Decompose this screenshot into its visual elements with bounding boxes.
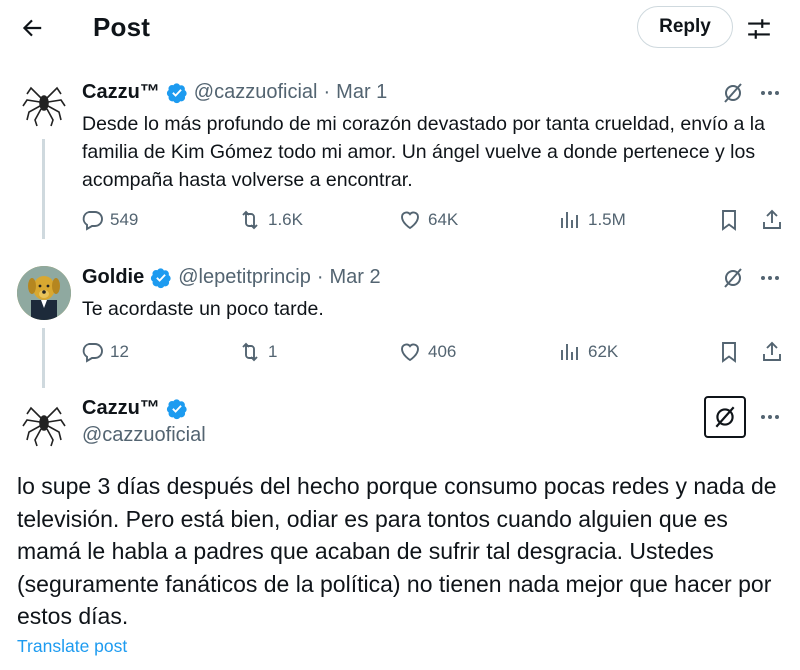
more-options-icon[interactable] bbox=[758, 405, 782, 429]
main-tweet: Cazzu™ @cazzuoficial lo supe 3 días desp… bbox=[0, 0, 800, 670]
avatar[interactable] bbox=[17, 396, 71, 450]
verified-badge-icon bbox=[166, 398, 187, 419]
grok-icon bbox=[715, 406, 735, 428]
grok-button[interactable] bbox=[704, 396, 746, 438]
tweet-text: lo supe 3 días después del hecho porque … bbox=[17, 473, 777, 629]
spider-avatar-icon bbox=[22, 406, 66, 447]
tweet-author[interactable]: Cazzu™ bbox=[82, 397, 188, 420]
author-name[interactable]: Cazzu™ bbox=[82, 397, 160, 420]
translate-post-link[interactable]: Translate post bbox=[17, 636, 127, 657]
author-handle[interactable]: @cazzuoficial bbox=[82, 424, 206, 447]
